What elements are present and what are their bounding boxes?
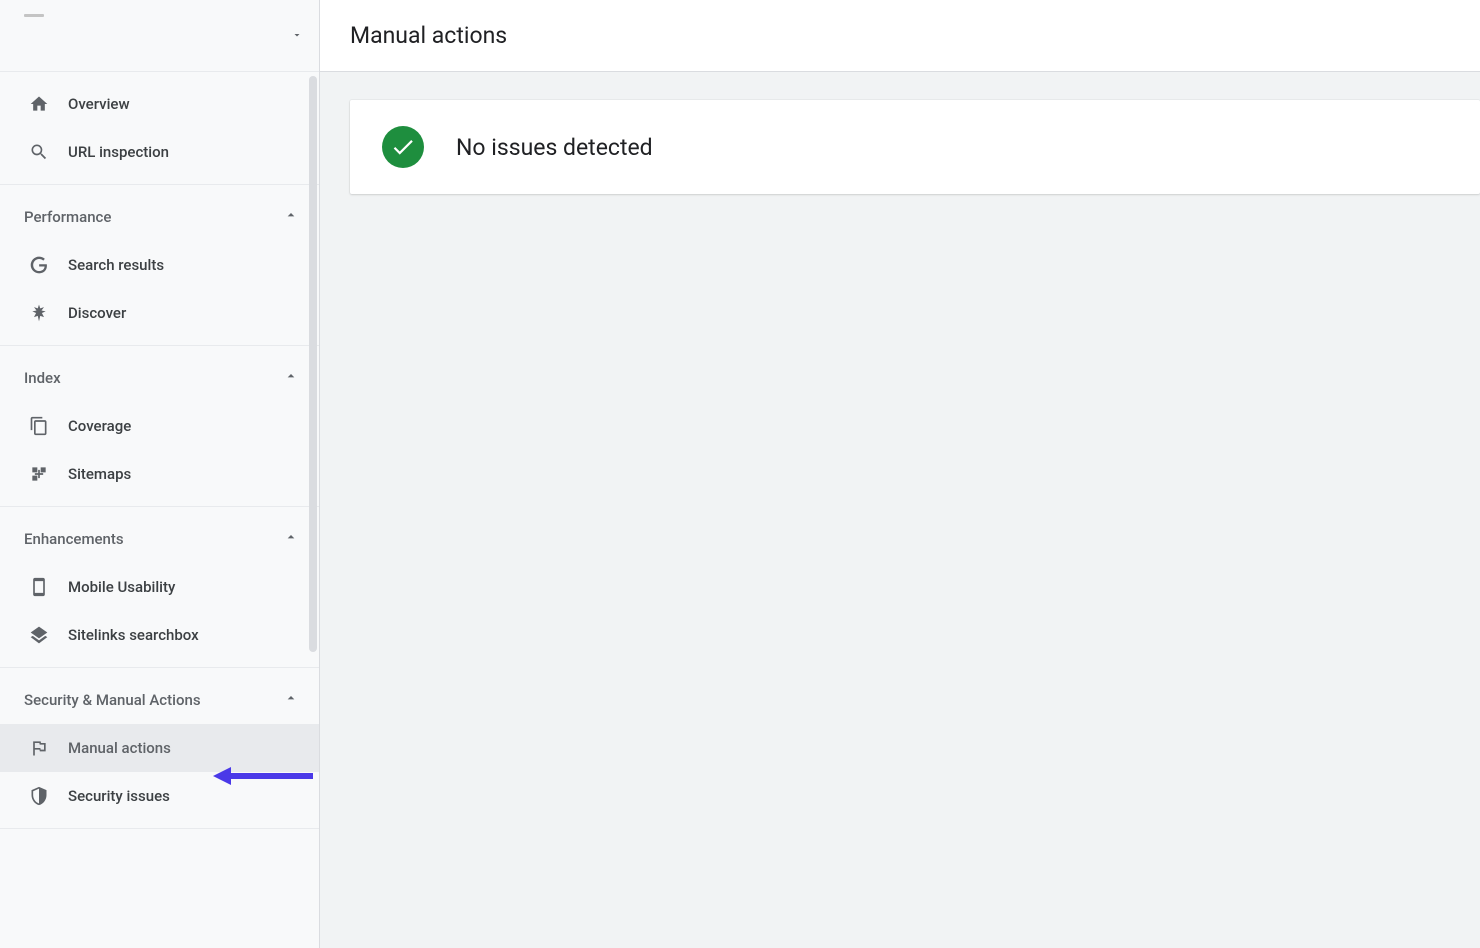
burst-icon: [24, 303, 54, 323]
magnify-icon: [24, 142, 54, 162]
home-icon: [24, 94, 54, 114]
sidebar-item-label: Security issues: [68, 787, 170, 805]
layers-icon: [24, 625, 54, 645]
sitemap-icon: [24, 464, 54, 484]
g-icon: [24, 255, 54, 275]
property-label-placeholder: [24, 14, 44, 17]
chevron-up-icon: [283, 690, 299, 710]
scrollbar[interactable]: [309, 76, 317, 652]
nav-section-security: Security & Manual Actions Manual actions…: [0, 668, 319, 829]
nav-section-header-performance[interactable]: Performance: [0, 193, 319, 241]
flag-icon: [24, 738, 54, 758]
nav-section-header-enhancements[interactable]: Enhancements: [0, 515, 319, 563]
sidebar-item-coverage[interactable]: Coverage: [0, 402, 319, 450]
sidebar-item-label: URL inspection: [68, 143, 169, 161]
chevron-up-icon: [283, 207, 299, 227]
sidebar-item-discover[interactable]: Discover: [0, 289, 319, 337]
property-selector[interactable]: [0, 0, 319, 72]
sidebar-item-sitelinks-searchbox[interactable]: Sitelinks searchbox: [0, 611, 319, 659]
sidebar-item-manual-actions[interactable]: Manual actions: [0, 724, 319, 772]
coverage-icon: [24, 416, 54, 436]
nav-section-index: Index Coverage Sitemaps: [0, 346, 319, 507]
sidebar: Overview URL inspection Performance: [0, 0, 320, 948]
check-circle-icon: [382, 126, 424, 168]
sidebar-item-overview[interactable]: Overview: [0, 80, 319, 128]
nav-section-title: Enhancements: [24, 530, 124, 548]
main-body: No issues detected: [320, 72, 1480, 948]
shield-icon: [24, 786, 54, 806]
sidebar-item-security-issues[interactable]: Security issues: [0, 772, 319, 820]
nav-section-enhancements: Enhancements Mobile Usability Sitelinks …: [0, 507, 319, 668]
sidebar-item-label: Sitemaps: [68, 465, 131, 483]
nav-section-title: Performance: [24, 208, 111, 226]
status-message: No issues detected: [456, 134, 653, 161]
sidebar-item-label: Sitelinks searchbox: [68, 626, 199, 644]
sidebar-item-label: Overview: [68, 95, 130, 113]
nav-section-header-index[interactable]: Index: [0, 354, 319, 402]
sidebar-item-mobile-usability[interactable]: Mobile Usability: [0, 563, 319, 611]
nav-section-title: Security & Manual Actions: [24, 691, 201, 709]
phone-icon: [24, 577, 54, 597]
main-header: Manual actions: [320, 0, 1480, 72]
chevron-up-icon: [283, 529, 299, 549]
nav-section-top: Overview URL inspection: [0, 72, 319, 185]
sidebar-item-label: Mobile Usability: [68, 578, 175, 596]
sidebar-item-sitemaps[interactable]: Sitemaps: [0, 450, 319, 498]
page-title: Manual actions: [350, 22, 507, 49]
nav-section-title: Index: [24, 369, 61, 387]
nav-section-performance: Performance Search results Discover: [0, 185, 319, 346]
sidebar-item-search-results[interactable]: Search results: [0, 241, 319, 289]
sidebar-item-label: Manual actions: [68, 739, 171, 757]
sidebar-item-label: Coverage: [68, 417, 131, 435]
sidebar-item-url-inspection[interactable]: URL inspection: [0, 128, 319, 176]
sidebar-item-label: Search results: [68, 256, 164, 274]
main-content: Manual actions No issues detected: [320, 0, 1480, 948]
nav-section-header-security[interactable]: Security & Manual Actions: [0, 676, 319, 724]
chevron-up-icon: [283, 368, 299, 388]
dropdown-icon: [291, 26, 303, 45]
sidebar-item-label: Discover: [68, 304, 126, 322]
status-card: No issues detected: [350, 100, 1480, 194]
